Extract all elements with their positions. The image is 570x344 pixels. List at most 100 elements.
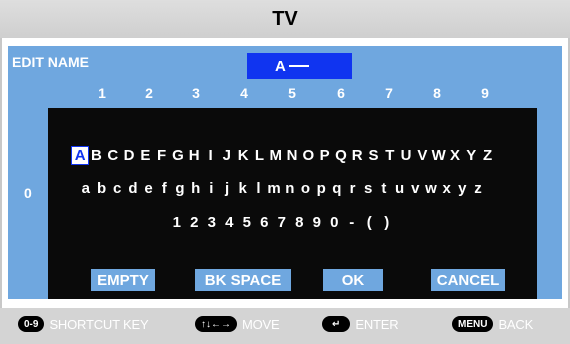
- character-key[interactable]: S: [365, 147, 381, 164]
- character-key[interactable]: C: [105, 147, 121, 164]
- character-key[interactable]: 0: [326, 214, 344, 231]
- move-hint-label: MOVE: [242, 316, 280, 332]
- character-key[interactable]: L: [251, 147, 267, 164]
- character-key[interactable]: N: [284, 147, 300, 164]
- shortcut-hint: 0-9 SHORTCUT KEY: [18, 316, 149, 332]
- back-hint-label: BACK: [498, 316, 534, 332]
- back-hint: MENU BACK: [452, 316, 533, 332]
- character-key[interactable]: c: [109, 180, 125, 197]
- character-key[interactable]: f: [156, 180, 172, 197]
- character-key[interactable]: (: [361, 214, 379, 231]
- title-bar: TV: [0, 0, 570, 38]
- character-key[interactable]: 7: [273, 214, 291, 231]
- character-key[interactable]: t: [376, 180, 392, 197]
- character-key[interactable]: J: [219, 147, 235, 164]
- move-hint: ↑↓←→ MOVE: [195, 316, 280, 332]
- character-key[interactable]: G: [170, 147, 186, 164]
- character-key[interactable]: x: [439, 180, 455, 197]
- uppercase-row: ABCDEFGHIJKLMNOPQRSTUVWXYZ: [70, 146, 496, 165]
- character-key[interactable]: z: [470, 180, 486, 197]
- arrow-keys-icon: ↑↓←→: [195, 316, 237, 332]
- character-key[interactable]: F: [153, 147, 169, 164]
- character-key[interactable]: 2: [186, 214, 204, 231]
- menu-key-icon: MENU: [452, 316, 494, 332]
- column-number: 1: [98, 85, 106, 101]
- character-key[interactable]: k: [235, 180, 251, 197]
- digits-row: 1 2 3 4 5 6 7 8 9 0-(): [168, 214, 396, 231]
- character-key[interactable]: y: [455, 180, 471, 197]
- column-number: 4: [240, 85, 248, 101]
- character-key[interactable]: s: [360, 180, 376, 197]
- character-key[interactable]: Q: [333, 147, 349, 164]
- column-number: 3: [192, 85, 200, 101]
- name-input-field[interactable]: A: [247, 53, 352, 79]
- character-key[interactable]: m: [266, 180, 282, 197]
- enter-key-icon: ↵: [322, 316, 351, 332]
- character-key[interactable]: K: [235, 147, 251, 164]
- character-key[interactable]: U: [398, 147, 414, 164]
- enter-hint: ↵ ENTER: [322, 316, 399, 332]
- shortcut-hint-label: SHORTCUT KEY: [49, 316, 149, 332]
- character-key[interactable]: W: [431, 147, 447, 164]
- window-title: TV: [272, 7, 298, 30]
- character-key[interactable]: I: [202, 147, 218, 164]
- character-key[interactable]: B: [88, 147, 104, 164]
- empty-button[interactable]: EMPTY: [91, 269, 155, 291]
- character-key[interactable]: b: [94, 180, 110, 197]
- character-key[interactable]: 5: [238, 214, 256, 231]
- column-number: 8: [433, 85, 441, 101]
- enter-hint-label: ENTER: [355, 316, 399, 332]
- character-key[interactable]: D: [121, 147, 137, 164]
- row-number: 0: [24, 185, 32, 201]
- character-key[interactable]: r: [345, 180, 361, 197]
- backspace-button[interactable]: BK SPACE: [195, 269, 291, 291]
- character-key[interactable]: ): [378, 214, 396, 231]
- character-key[interactable]: i: [204, 180, 220, 197]
- character-key[interactable]: V: [414, 147, 430, 164]
- character-key[interactable]: A: [70, 146, 90, 165]
- cancel-button[interactable]: CANCEL: [431, 269, 505, 291]
- character-key[interactable]: u: [392, 180, 408, 197]
- character-key[interactable]: j: [219, 180, 235, 197]
- character-key[interactable]: n: [282, 180, 298, 197]
- column-number: 2: [145, 85, 153, 101]
- character-key[interactable]: d: [125, 180, 141, 197]
- character-key[interactable]: Z: [479, 147, 495, 164]
- character-key[interactable]: q: [329, 180, 345, 197]
- character-key[interactable]: 9: [308, 214, 326, 231]
- character-key[interactable]: v: [407, 180, 423, 197]
- character-key[interactable]: H: [186, 147, 202, 164]
- lowercase-row: abcdefghijklmnopqrstuvwxyz: [78, 180, 486, 197]
- character-key[interactable]: 8: [291, 214, 309, 231]
- name-input-value: A: [275, 57, 286, 75]
- character-key[interactable]: e: [141, 180, 157, 197]
- character-key[interactable]: 6: [256, 214, 274, 231]
- character-key[interactable]: E: [137, 147, 153, 164]
- character-key[interactable]: h: [188, 180, 204, 197]
- character-key[interactable]: O: [300, 147, 316, 164]
- character-key[interactable]: P: [316, 147, 332, 164]
- character-key[interactable]: 3: [203, 214, 221, 231]
- edit-name-label: EDIT NAME: [12, 54, 89, 70]
- character-key[interactable]: T: [382, 147, 398, 164]
- shortcut-key-icon: 0-9: [18, 316, 45, 332]
- character-key[interactable]: M: [268, 147, 284, 164]
- character-key[interactable]: o: [298, 180, 314, 197]
- character-key[interactable]: 4: [221, 214, 239, 231]
- character-key[interactable]: l: [251, 180, 267, 197]
- ok-button[interactable]: OK: [323, 269, 383, 291]
- text-cursor: [288, 65, 309, 67]
- character-key[interactable]: p: [313, 180, 329, 197]
- character-key[interactable]: 1: [168, 214, 186, 231]
- column-number: 6: [337, 85, 345, 101]
- character-key[interactable]: w: [423, 180, 439, 197]
- column-number: 5: [288, 85, 296, 101]
- character-key[interactable]: R: [349, 147, 365, 164]
- character-key[interactable]: Y: [463, 147, 479, 164]
- column-number: 7: [385, 85, 393, 101]
- character-key[interactable]: a: [78, 180, 94, 197]
- character-key[interactable]: X: [447, 147, 463, 164]
- column-number: 9: [481, 85, 489, 101]
- character-key[interactable]: -: [343, 214, 361, 231]
- character-key[interactable]: g: [172, 180, 188, 197]
